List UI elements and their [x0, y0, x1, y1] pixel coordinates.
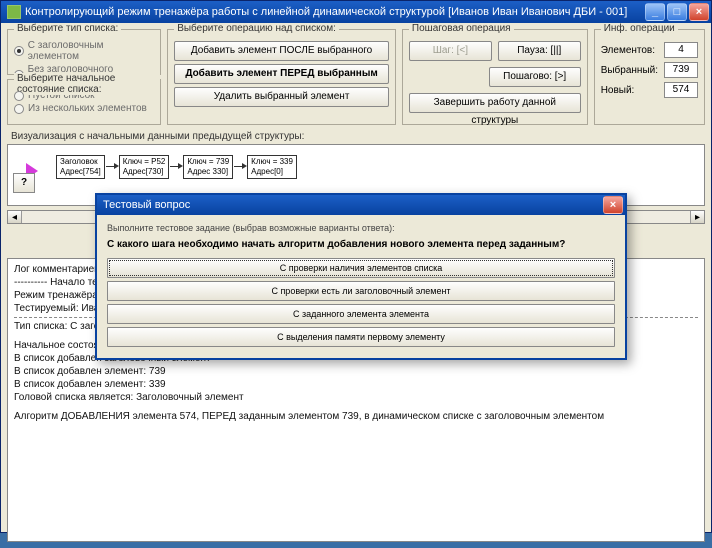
log-line: В список добавлен элемент: 339 — [14, 378, 698, 391]
answer-option[interactable]: С проверки наличия элементов списка — [107, 258, 615, 278]
log-line: Головой списка является: Заголовочный эл… — [14, 391, 698, 404]
modal-titlebar: Тестовый вопрос × — [97, 195, 625, 215]
btn-undo: Шаг: [<] — [409, 41, 492, 61]
value-new: 574 — [664, 82, 698, 98]
btn-step[interactable]: Пошагово: [>] — [489, 67, 581, 87]
radio-several[interactable]: Из нескольких элементов — [14, 103, 154, 114]
group-ops: Выберите операцию над списком: Добавить … — [167, 29, 396, 125]
window-title: Контролирующий режим тренажёра работы с … — [25, 6, 627, 18]
log-line: В список добавлен элемент: 739 — [14, 365, 698, 378]
maximize-button[interactable]: □ — [667, 3, 687, 21]
label-new: Новый: — [601, 85, 635, 96]
label-elements: Элементов: — [601, 45, 655, 56]
group-label: Пошаговая операция — [409, 23, 514, 34]
answer-option[interactable]: С проверки есть ли заголовочный элемент — [107, 281, 615, 301]
titlebar: Контролирующий режим тренажёра работы с … — [1, 1, 711, 23]
answer-option[interactable]: С выделения памяти первому элементу — [107, 327, 615, 347]
group-step: Пошаговая операция Шаг: [<] Пауза: [||] … — [402, 29, 588, 125]
app-icon — [7, 5, 21, 19]
btn-delete[interactable]: Удалить выбранный элемент — [174, 87, 389, 107]
group-info: Инф. операции Элементов:4 Выбранный:739 … — [594, 29, 705, 125]
value-selected: 739 — [664, 62, 698, 78]
modal-question: С какого шага необходимо начать алгоритм… — [107, 239, 615, 250]
canvas-label: Визуализация с начальными данными предыд… — [11, 131, 705, 142]
btn-finish[interactable]: Завершить работу данной структуры — [409, 93, 581, 113]
group-label: Выберите начальное состояние списка: — [14, 73, 160, 95]
group-initstate: Выберите начальное состояние списка: Пус… — [7, 79, 161, 125]
label-selected: Выбранный: — [601, 65, 658, 76]
group-label: Выберите тип списка: — [14, 23, 121, 34]
list-node[interactable]: ЗаголовокАдрес[754] — [56, 155, 105, 179]
btn-add-before[interactable]: Добавить элемент ПЕРЕД выбранным — [174, 64, 389, 84]
list-node[interactable]: Ключ = 739Адрес 330] — [183, 155, 233, 179]
btn-add-after[interactable]: Добавить элемент ПОСЛЕ выбранного — [174, 41, 389, 61]
answer-option[interactable]: С заданного элемента элемента — [107, 304, 615, 324]
btn-pause[interactable]: Пауза: [||] — [498, 41, 581, 61]
radio-with-header[interactable]: С заголовочным элементом — [14, 40, 154, 62]
group-label: Выберите операцию над списком: — [174, 23, 339, 34]
modal-hint: Выполните тестовое задание (выбрав возмо… — [107, 223, 615, 233]
close-button[interactable]: × — [689, 3, 709, 21]
modal-close-button[interactable]: × — [603, 196, 623, 214]
list-node[interactable]: Ключ = P52Адрес[730] — [119, 155, 170, 179]
list-node[interactable]: Ключ = 339Адрес[0] — [247, 155, 297, 179]
group-listtype: Выберите тип списка: С заголовочным элем… — [7, 29, 161, 75]
modal-title: Тестовый вопрос — [103, 199, 190, 211]
log-line: Алгоритм ДОБАВЛЕНИЯ элемента 574, ПЕРЕД … — [14, 410, 698, 423]
scroll-right-icon[interactable]: ▸ — [690, 211, 704, 223]
minimize-button[interactable]: _ — [645, 3, 665, 21]
value-elements: 4 — [664, 42, 698, 58]
group-label: Инф. операции — [601, 23, 678, 34]
help-button[interactable]: ? — [13, 173, 35, 193]
modal-dialog: Тестовый вопрос × Выполните тестовое зад… — [95, 193, 627, 360]
scroll-left-icon[interactable]: ◂ — [8, 211, 22, 223]
app-window: Контролирующий режим тренажёра работы с … — [0, 0, 712, 533]
